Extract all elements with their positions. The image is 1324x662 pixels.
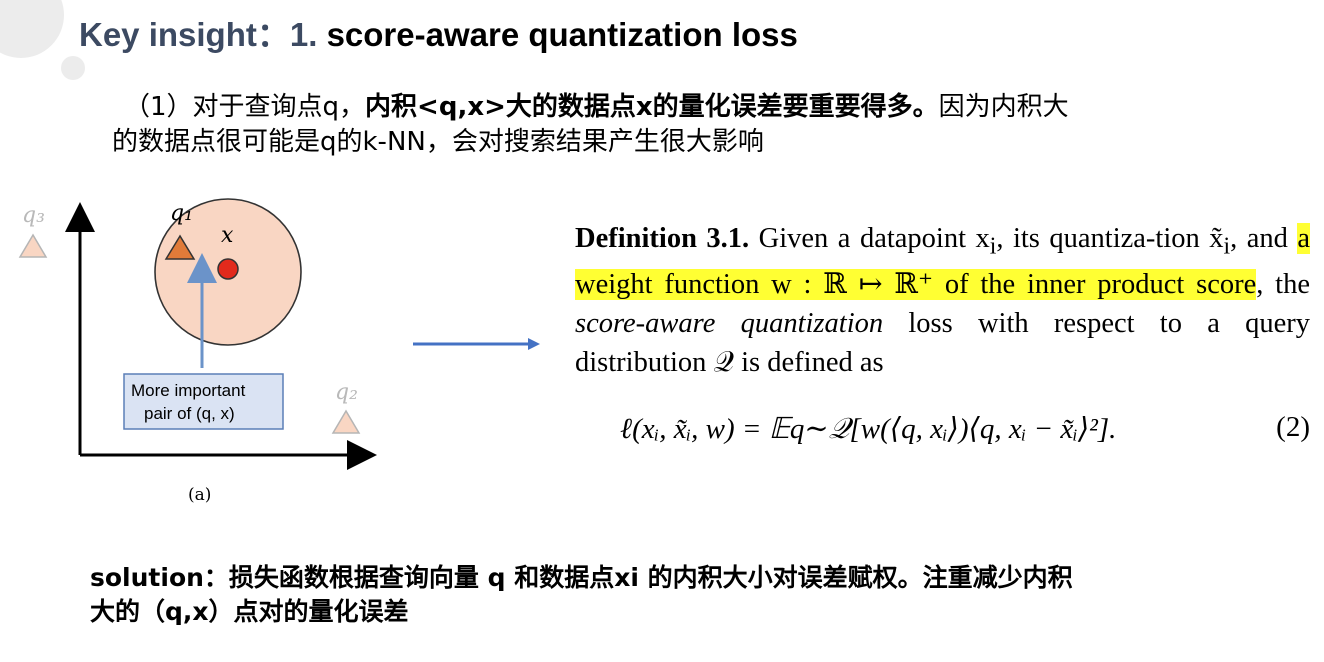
intro-part1: （1）对于查询点q， [124, 92, 366, 122]
slide-title: Key insight：1. score-aware quantization … [79, 8, 798, 56]
intro-line-2: 的数据点很可能是q的k-NN，会对搜索结果产生很大影响 [112, 127, 764, 157]
definition-text1: Given a datapoint x [749, 223, 990, 254]
solution-line-1: solution：损失函数根据查询向量 q 和数据点xi 的内积大小对误差赋权。… [90, 563, 1073, 592]
definition-italic: score-aware quantization [575, 308, 884, 340]
definition-text3: , the [1256, 269, 1310, 301]
q3-triangle [18, 233, 48, 258]
q2-triangle [331, 409, 361, 434]
intro-part2: 因为内积大 [938, 92, 1069, 122]
definition-text2: , and [1230, 223, 1298, 254]
right-arrow [413, 338, 540, 350]
figure-caption: (a) [188, 485, 211, 505]
decorative-circle-small [61, 56, 85, 80]
title-prefix: Key insight：1. [79, 16, 327, 53]
equation-number: (2) [1276, 411, 1310, 443]
q1-label: q₁ [170, 201, 193, 226]
quantization-figure: q₁ x More important pair of (q, x) q₃ q₂… [18, 198, 377, 505]
q3-label: q₃ [22, 203, 45, 228]
x-label: x [221, 223, 234, 248]
solution-paragraph: solution：损失函数根据查询向量 q 和数据点xi 的内积大小对误差赋权。… [90, 561, 1210, 629]
solution-line-2: 大的（q,x）点对的量化误差 [90, 597, 409, 626]
title-main: score-aware quantization loss [326, 16, 798, 53]
intro-bold: 内积<q,x>大的数据点x的量化误差要重要得多。 [365, 92, 939, 122]
box-line-2: pair of (q, x) [144, 404, 235, 423]
definition-text1b: , its quantiza-tion x̃ [996, 223, 1224, 254]
decorative-circle-large [0, 0, 64, 58]
box-line-1: More important [131, 381, 246, 400]
q2-label: q₂ [335, 380, 358, 405]
equation: ℓ(xᵢ, x̃ᵢ, w) = 𝔼q∼𝒬[w(⟨q, xᵢ⟩)⟨q, xᵢ − … [620, 413, 1117, 445]
intro-paragraph: （1）对于查询点q，内积<q,x>大的数据点x的量化误差要重要得多。因为内积大 … [112, 90, 1172, 160]
intro-line-1: （1）对于查询点q，内积<q,x>大的数据点x的量化误差要重要得多。因为内积大 [112, 90, 1172, 125]
definition-heading: Definition 3.1. [575, 223, 750, 254]
definition-block: Definition 3.1. Given a datapoint xi, it… [575, 223, 1311, 378]
equation-row: ℓ(xᵢ, x̃ᵢ, w) = 𝔼q∼𝒬[w(⟨q, xᵢ⟩)⟨q, xᵢ − … [620, 405, 1310, 453]
x-point [217, 258, 239, 280]
